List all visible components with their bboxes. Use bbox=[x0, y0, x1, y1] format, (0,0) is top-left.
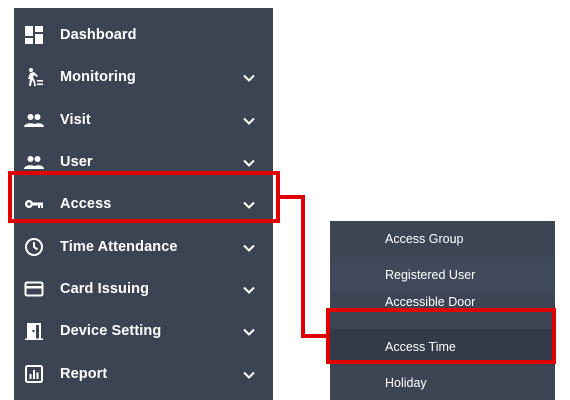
chevron-down-icon[interactable] bbox=[242, 283, 256, 297]
sidebar-item-visit[interactable]: Visit bbox=[14, 99, 273, 141]
sidebar: Dashboard Monitoring Visit User Access T bbox=[14, 8, 273, 400]
sidebar-item-label: Time Attendance bbox=[60, 239, 178, 255]
door-icon bbox=[24, 321, 44, 341]
sidebar-item-label: Card Issuing bbox=[60, 281, 150, 297]
sidebar-item-label: Report bbox=[60, 366, 108, 382]
visit-icon bbox=[24, 110, 44, 130]
sidebar-item-label: Dashboard bbox=[60, 27, 137, 43]
submenu-item-label: Accessible Door bbox=[385, 295, 476, 309]
chevron-down-icon[interactable] bbox=[242, 114, 256, 128]
submenu-item-access-group[interactable]: Access Group bbox=[330, 221, 555, 257]
chevron-down-icon[interactable] bbox=[242, 198, 256, 212]
key-icon bbox=[24, 194, 44, 214]
dashboard-icon bbox=[24, 25, 44, 45]
report-icon bbox=[24, 364, 44, 384]
submenu-item-label: Access Time bbox=[385, 340, 456, 354]
monitoring-icon bbox=[24, 67, 44, 87]
chevron-down-icon[interactable] bbox=[242, 368, 256, 382]
submenu-item-label: Access Group bbox=[385, 232, 464, 246]
sidebar-item-label: Monitoring bbox=[60, 69, 136, 85]
chevron-down-icon[interactable] bbox=[242, 241, 256, 255]
access-submenu: Access Group Registered User Accessible … bbox=[330, 221, 555, 400]
sidebar-item-monitoring[interactable]: Monitoring bbox=[14, 56, 273, 98]
submenu-item-registered-user[interactable]: Registered User bbox=[330, 257, 555, 293]
chevron-down-icon[interactable] bbox=[242, 156, 256, 170]
sidebar-item-label: User bbox=[60, 154, 93, 170]
sidebar-item-device-setting[interactable]: Device Setting bbox=[14, 310, 273, 352]
sidebar-item-dashboard[interactable]: Dashboard bbox=[14, 14, 273, 56]
sidebar-item-label: Access bbox=[60, 196, 112, 212]
chevron-down-icon[interactable] bbox=[242, 325, 256, 339]
user-icon bbox=[24, 152, 44, 172]
card-icon bbox=[24, 279, 44, 299]
submenu-item-holiday[interactable]: Holiday bbox=[330, 365, 555, 400]
sidebar-item-card-issuing[interactable]: Card Issuing bbox=[14, 268, 273, 310]
sidebar-item-time-attendance[interactable]: Time Attendance bbox=[14, 226, 273, 268]
sidebar-item-report[interactable]: Report bbox=[14, 353, 273, 395]
sidebar-item-label: Visit bbox=[60, 112, 91, 128]
submenu-item-accessible-door[interactable]: Accessible Door bbox=[330, 293, 555, 329]
sidebar-item-label: Device Setting bbox=[60, 323, 162, 339]
submenu-item-label: Holiday bbox=[385, 376, 427, 390]
clock-icon bbox=[24, 237, 44, 257]
submenu-item-access-time[interactable]: Access Time bbox=[330, 329, 555, 365]
sidebar-item-user[interactable]: User bbox=[14, 141, 273, 183]
submenu-item-label: Registered User bbox=[385, 268, 476, 282]
sidebar-item-access[interactable]: Access bbox=[14, 183, 273, 225]
chevron-down-icon[interactable] bbox=[242, 71, 256, 85]
